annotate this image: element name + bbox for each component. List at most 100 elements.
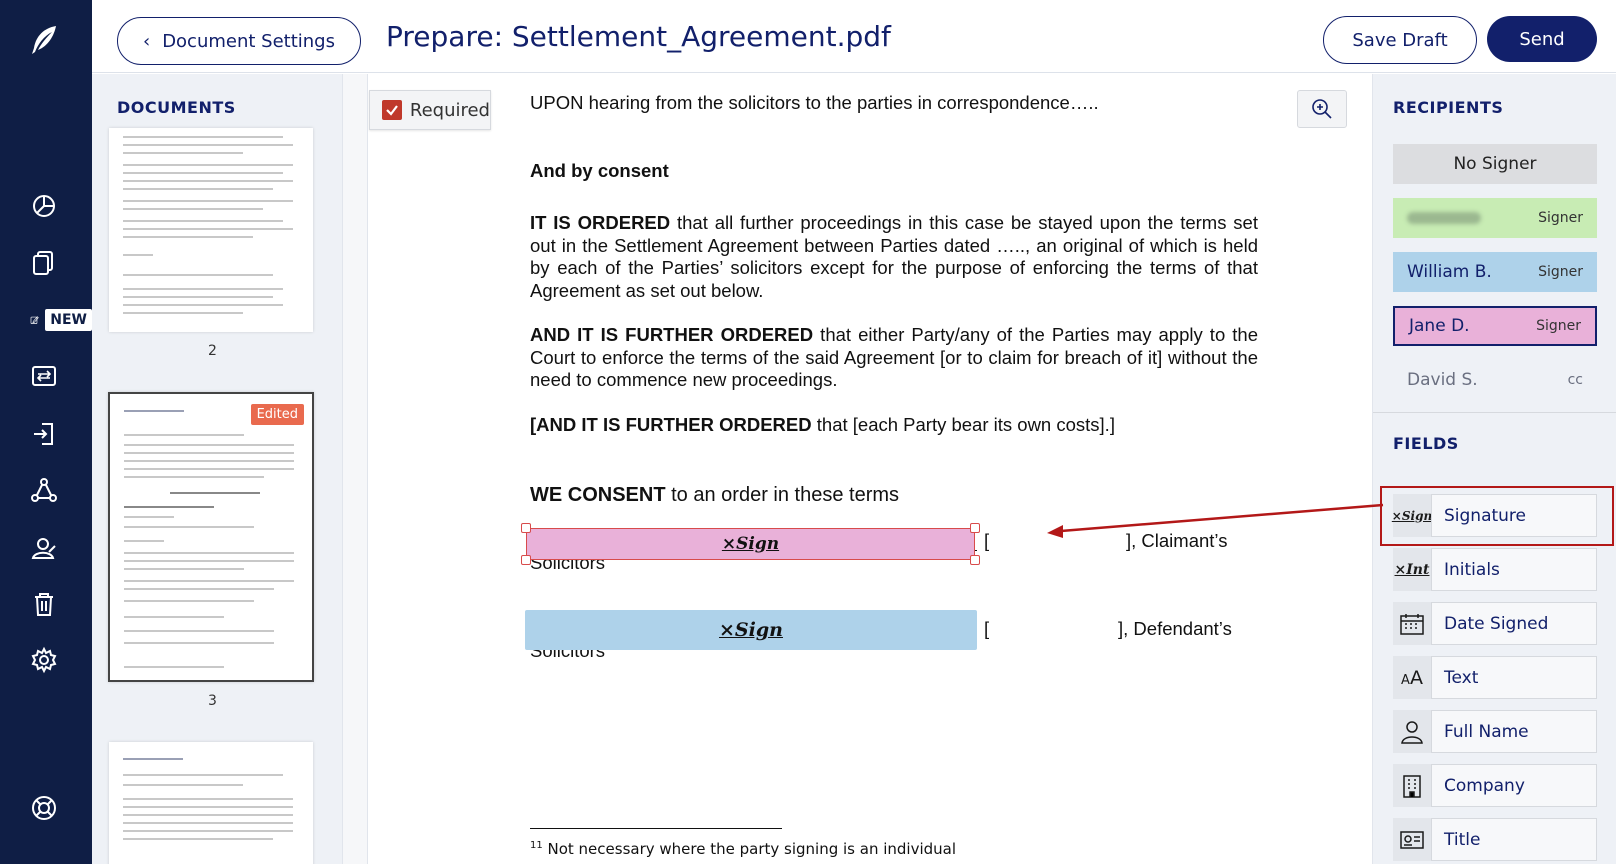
initials-icon: ×Int: [1393, 548, 1431, 591]
doc-paragraph-ordered: IT IS ORDERED that all further proceedin…: [530, 212, 1258, 301]
save-draft-button[interactable]: Save Draft: [1323, 16, 1477, 64]
right-panel-divider: [1373, 412, 1616, 413]
left-nav: NEW: [0, 0, 92, 864]
recipient-role: Signer: [1538, 264, 1583, 280]
recipient-role: Signer: [1538, 210, 1583, 226]
document-settings-button[interactable]: ‹ Document Settings: [117, 17, 361, 65]
chevron-left-icon: ‹: [142, 30, 151, 52]
footnote-divider: [530, 828, 782, 829]
pie-chart-icon: [33, 195, 55, 217]
resize-handle-bl[interactable]: [521, 555, 531, 565]
help-icon: [32, 796, 56, 820]
new-badge: NEW: [45, 309, 92, 331]
annotation-arrow: [1047, 503, 1384, 538]
documents-icon: [33, 251, 53, 275]
footnote: 11 Not necessary where the party signing…: [530, 840, 957, 858]
panel-divider: [342, 74, 368, 864]
page-number-2: 2: [208, 343, 217, 359]
field-title[interactable]: Title: [1393, 818, 1597, 861]
quill-logo-icon[interactable]: [26, 22, 62, 58]
field-label: Text: [1431, 656, 1597, 699]
resize-handle-br[interactable]: [970, 555, 980, 565]
field-date-signed[interactable]: Date Signed: [1393, 602, 1597, 645]
network-icon: [31, 478, 57, 502]
signature-field-william[interactable]: ×Sign: [525, 610, 977, 650]
page-title: Prepare: Settlement_Agreement.pdf: [386, 20, 891, 53]
calendar-icon: [1393, 602, 1431, 645]
recipient-no-signer[interactable]: No Signer: [1393, 144, 1597, 184]
page-thumbnail-4[interactable]: [109, 742, 313, 864]
recipient-name: No Signer: [1453, 154, 1537, 174]
document-canvas: Required UPON hearing from the solicitor…: [368, 74, 1347, 864]
page-thumbnail-3[interactable]: Edited: [108, 392, 314, 682]
top-header: ‹ Document Settings Prepare: Settlement_…: [92, 0, 1616, 73]
edited-badge: Edited: [250, 404, 304, 425]
sign-mark: ×Sign: [721, 534, 780, 554]
sign-in-icon: [34, 423, 53, 445]
edit-new-icon: [30, 316, 39, 324]
fields-heading: FIELDS: [1393, 434, 1459, 453]
page-thumbnail-2[interactable]: [109, 128, 313, 332]
required-checkbox[interactable]: Required: [369, 90, 491, 130]
id-card-icon: [1393, 818, 1431, 861]
field-initials[interactable]: ×Int Initials: [1393, 548, 1597, 591]
text-icon: AA: [1393, 656, 1431, 699]
field-full-name[interactable]: Full Name: [1393, 710, 1597, 753]
recipient-role: Signer: [1536, 318, 1581, 334]
doc-paragraph-further-ordered: AND IT IS FURTHER ORDERED that either Pa…: [530, 324, 1259, 390]
recipients-heading: RECIPIENTS: [1393, 98, 1504, 117]
defendant-label: ], Defendant’s: [1118, 618, 1232, 639]
recipient-jane[interactable]: Jane D. Signer: [1393, 306, 1597, 346]
nav-templates[interactable]: [0, 352, 92, 400]
settings-icon: [31, 646, 57, 674]
nav-network[interactable]: [0, 466, 92, 514]
right-panel: RECIPIENTS No Signer Signer William B. S…: [1372, 74, 1616, 864]
field-label: Date Signed: [1431, 602, 1597, 645]
doc-consent-heading: And by consent: [530, 160, 669, 181]
recipient-role: cc: [1567, 372, 1583, 388]
checkmark-icon: [382, 100, 402, 120]
zoom-in-icon: [1312, 99, 1332, 119]
nav-settings[interactable]: [0, 636, 92, 684]
signature-field-jane[interactable]: ×Sign: [521, 523, 980, 565]
nav-trash[interactable]: [0, 580, 92, 628]
recipient-david[interactable]: David S. cc: [1393, 360, 1597, 400]
recipient-name: David S.: [1407, 370, 1478, 390]
field-text[interactable]: AA Text: [1393, 656, 1597, 699]
building-icon: [1393, 764, 1431, 807]
field-company[interactable]: Company: [1393, 764, 1597, 807]
templates-icon: [32, 366, 56, 386]
field-label: Full Name: [1431, 710, 1597, 753]
nav-contacts[interactable]: [0, 524, 92, 572]
nav-signin[interactable]: [0, 410, 92, 458]
defendant-bracket-open: [: [984, 618, 990, 639]
recipient-name-redacted: [1407, 212, 1481, 224]
resize-handle-tl[interactable]: [521, 523, 531, 533]
claimant-bracket-open: [: [984, 530, 990, 551]
recipient-william[interactable]: William B. Signer: [1393, 252, 1597, 292]
recipient-name: Jane D.: [1409, 316, 1470, 336]
doc-paragraph-costs: [AND IT IS FURTHER ORDERED that [each Pa…: [530, 414, 1115, 435]
zoom-in-button[interactable]: [1297, 90, 1347, 128]
nav-help[interactable]: [0, 784, 92, 832]
nav-dashboard[interactable]: [0, 182, 92, 230]
resize-handle-tr[interactable]: [970, 523, 980, 533]
recipient-name: William B.: [1407, 262, 1492, 282]
required-label: Required: [409, 99, 490, 121]
person-icon: [1393, 710, 1431, 753]
nav-documents[interactable]: [0, 238, 92, 286]
document-settings-label: Document Settings: [162, 30, 335, 52]
contacts-icon: [31, 538, 56, 559]
documents-heading: DOCUMENTS: [117, 98, 236, 117]
send-button[interactable]: Send: [1487, 16, 1597, 62]
nav-new-document[interactable]: NEW: [0, 296, 92, 344]
field-label: Initials: [1431, 548, 1597, 591]
page-number-3: 3: [208, 693, 217, 709]
sign-mark: ×Sign: [719, 619, 783, 641]
field-label: Title: [1431, 818, 1597, 861]
signature-field-highlight: [1380, 486, 1614, 546]
app-root: NEW ‹ Document Settings Prepare: Settlem: [0, 0, 1616, 864]
documents-panel: DOCUMENTS 2 Edited 3: [92, 74, 342, 864]
field-label: Company: [1431, 764, 1597, 807]
recipient-signer-1[interactable]: Signer: [1393, 198, 1597, 238]
